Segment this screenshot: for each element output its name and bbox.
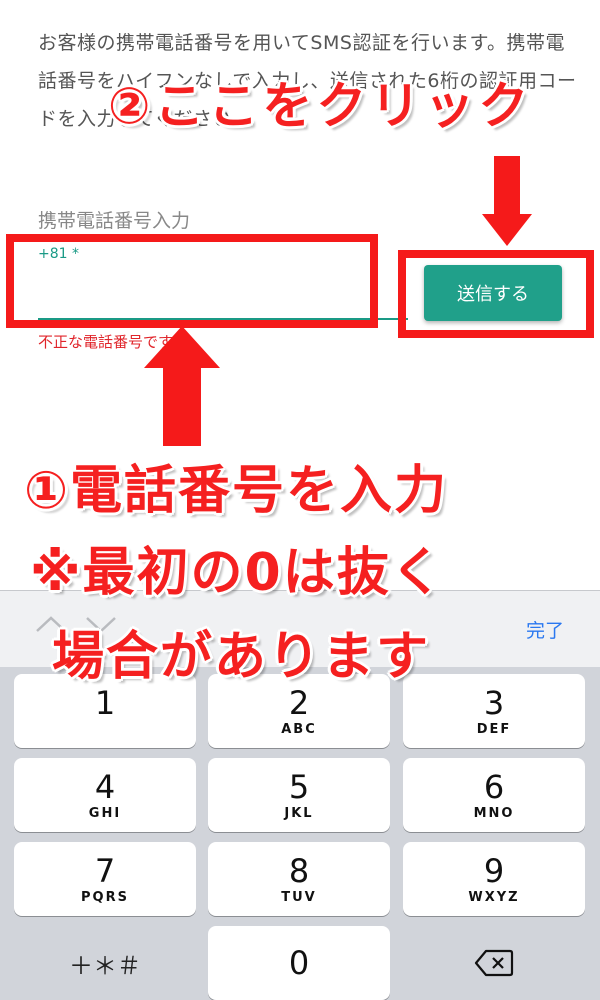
annotation-step2-text: ②ここをクリック	[108, 77, 533, 135]
phone-field-label: 携帯電話番号入力	[38, 210, 191, 232]
key-0[interactable]: 0	[208, 926, 390, 1000]
backspace-icon	[474, 949, 514, 977]
key-symbols[interactable]: ＋＊＃	[14, 926, 196, 1000]
key-4[interactable]: 4 GHI	[14, 758, 196, 832]
key-7[interactable]: 7 PQRS	[14, 842, 196, 916]
key-9[interactable]: 9 WXYZ	[403, 842, 585, 916]
key-backspace[interactable]	[403, 926, 585, 1000]
keyboard-done-button[interactable]: 完了	[520, 615, 570, 644]
annotation-note-line1: ※最初の0は抜く	[30, 543, 445, 603]
annotation-step1-text: ①電話番号を入力	[24, 461, 449, 521]
key-3[interactable]: 3 DEF	[403, 674, 585, 748]
annotation-box-phone-input	[6, 234, 378, 328]
annotation-box-send-button	[398, 250, 594, 338]
key-6[interactable]: 6 MNO	[403, 758, 585, 832]
annotation-note-line2: 場合があります	[52, 627, 431, 687]
key-5[interactable]: 5 JKL	[208, 758, 390, 832]
key-8[interactable]: 8 TUV	[208, 842, 390, 916]
